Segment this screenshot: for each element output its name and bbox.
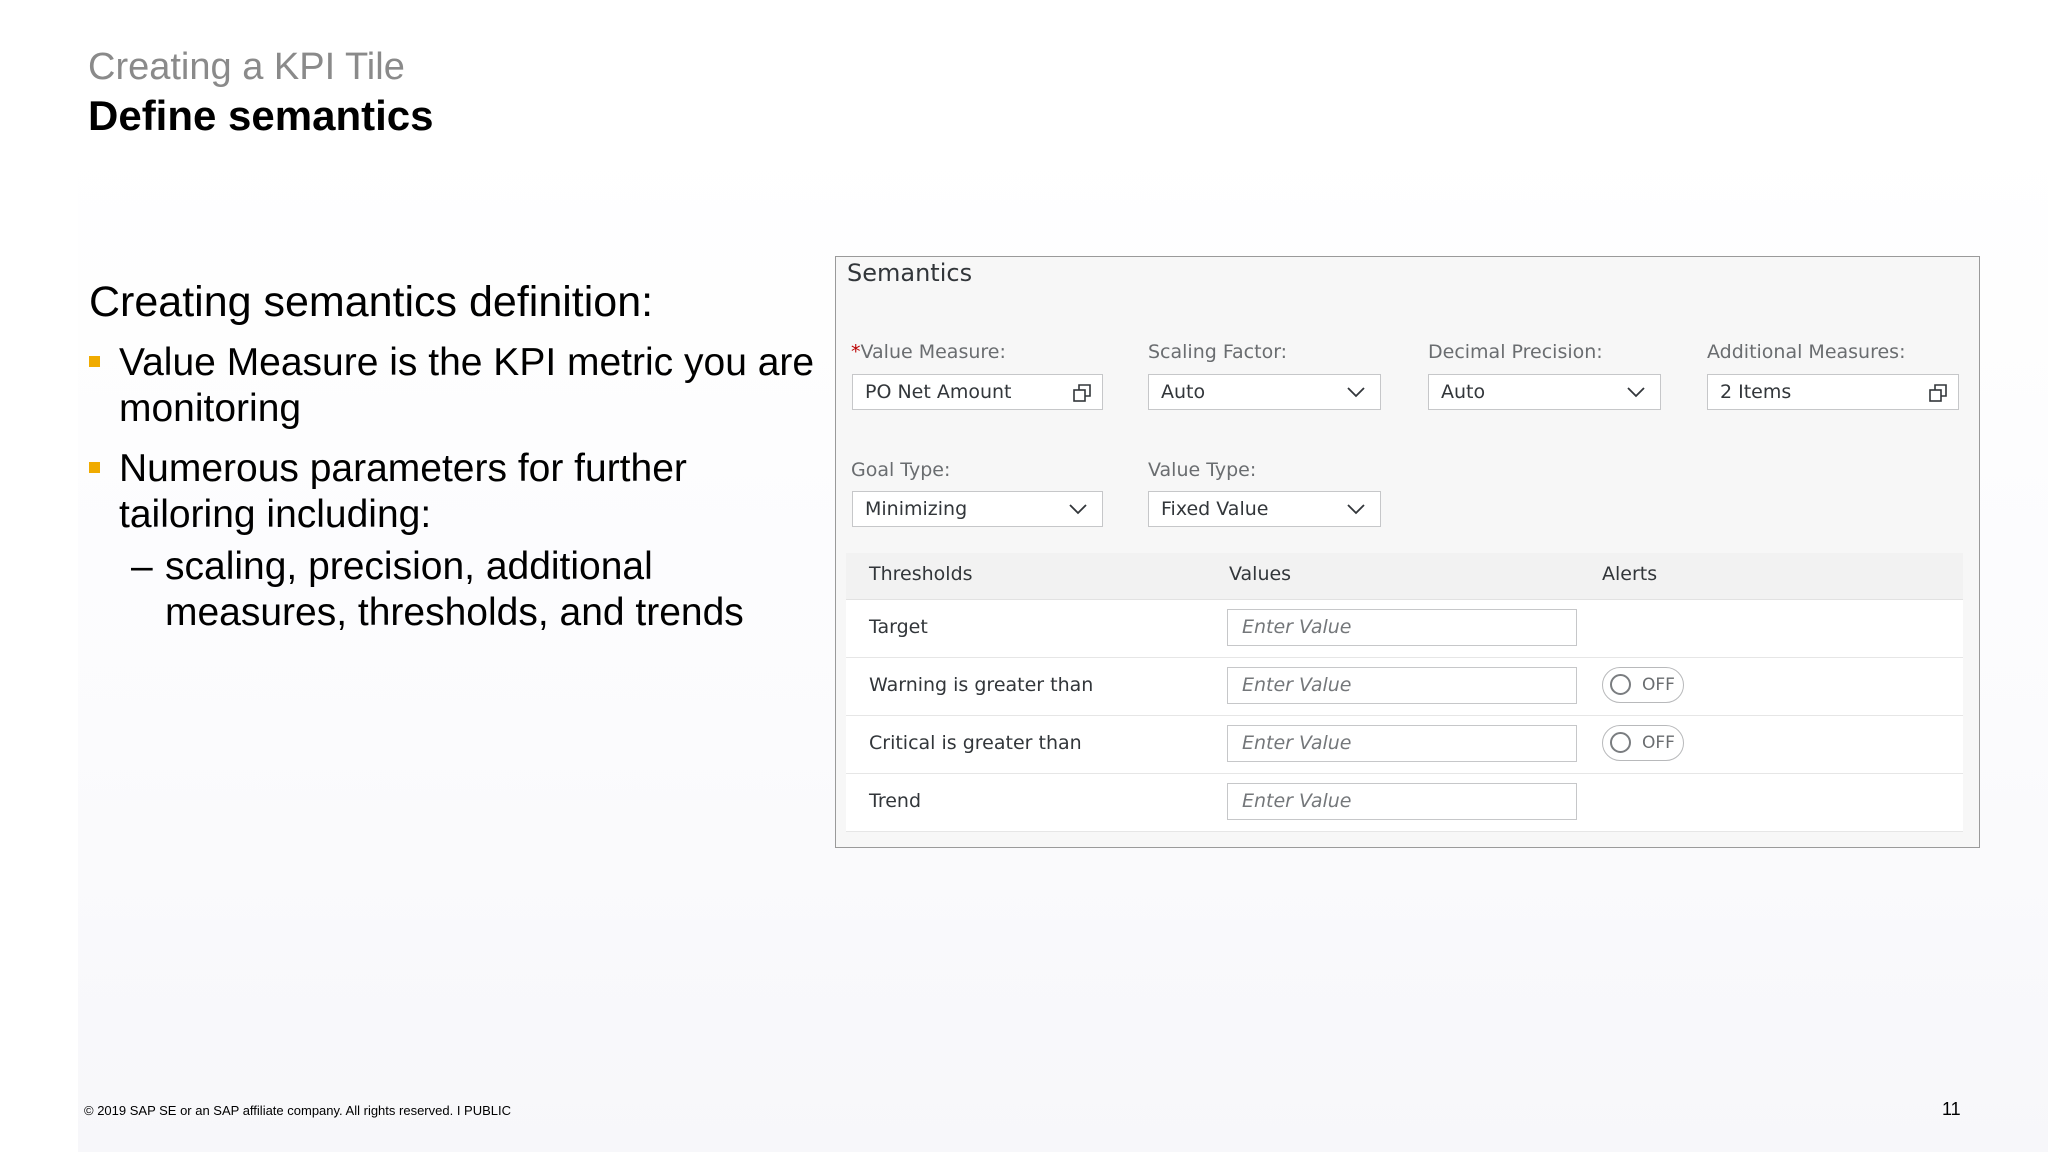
- column-header-alerts: Alerts: [1602, 563, 1658, 585]
- sub-bullet-text: measures, thresholds, and trends: [165, 591, 744, 634]
- trend-value-input[interactable]: Enter Value: [1227, 783, 1577, 820]
- scaling-factor-label: Scaling Factor:: [1148, 341, 1288, 363]
- bullet-square-icon: [89, 462, 100, 473]
- goal-type-value: Minimizing: [865, 498, 968, 520]
- value-help-icon[interactable]: [1072, 383, 1092, 403]
- decimal-precision-select[interactable]: Auto: [1428, 374, 1661, 410]
- value-measure-field[interactable]: PO Net Amount: [852, 374, 1103, 410]
- column-header-values: Values: [1229, 563, 1292, 585]
- slide-title: Define semantics: [88, 92, 434, 139]
- bullet-value-measure: Value Measure is the KPI metric you are …: [89, 340, 815, 432]
- bullet-text: Numerous parameters for further: [119, 447, 687, 490]
- required-marker: *: [851, 341, 861, 363]
- critical-alert-toggle[interactable]: OFF: [1602, 725, 1684, 761]
- table-row-trend: Trend Enter Value: [846, 774, 1963, 832]
- scaling-factor-select[interactable]: Auto: [1148, 374, 1381, 410]
- toggle-knob-icon: [1610, 674, 1631, 695]
- chevron-down-icon[interactable]: [1626, 383, 1646, 401]
- row-label: Warning is greater than: [869, 674, 1094, 696]
- column-header-thresholds: Thresholds: [869, 563, 973, 585]
- table-row-target: Target Enter Value: [846, 600, 1963, 658]
- bullet-text: monitoring: [119, 387, 302, 430]
- table-row-warning: Warning is greater than Enter Value OFF: [846, 658, 1963, 716]
- additional-measures-label: Additional Measures:: [1707, 341, 1906, 363]
- bullet-parameters: Numerous parameters for further tailorin…: [89, 446, 687, 538]
- additional-measures-value: 2 Items: [1720, 381, 1792, 403]
- decimal-precision-label: Decimal Precision:: [1428, 341, 1603, 363]
- chevron-down-icon[interactable]: [1346, 383, 1366, 401]
- value-help-icon[interactable]: [1928, 383, 1948, 403]
- row-label: Trend: [869, 790, 921, 812]
- thresholds-table-header: Thresholds Values Alerts: [846, 553, 1963, 601]
- value-type-value: Fixed Value: [1161, 498, 1269, 520]
- goal-type-label: Goal Type:: [851, 459, 951, 481]
- warning-value-input[interactable]: Enter Value: [1227, 667, 1577, 704]
- bullet-text: tailoring including:: [119, 493, 432, 536]
- toggle-state: OFF: [1642, 675, 1675, 695]
- sub-bullet-text: scaling, precision, additional: [165, 545, 653, 588]
- slide-subtitle: Creating a KPI Tile: [88, 46, 405, 88]
- table-row-critical: Critical is greater than Enter Value OFF: [846, 716, 1963, 774]
- warning-alert-toggle[interactable]: OFF: [1602, 667, 1684, 703]
- scaling-factor-value: Auto: [1161, 381, 1206, 403]
- bullet-text: Value Measure is the KPI metric you are: [119, 341, 815, 384]
- sub-bullet-dash: –: [131, 545, 153, 588]
- sub-bullet: – scaling, precision, additional measure…: [131, 544, 744, 636]
- page-number: 11: [1942, 1099, 1961, 1119]
- chevron-down-icon[interactable]: [1346, 500, 1366, 518]
- target-value-input[interactable]: Enter Value: [1227, 609, 1577, 646]
- content-heading: Creating semantics definition:: [89, 278, 654, 326]
- critical-value-input[interactable]: Enter Value: [1227, 725, 1577, 762]
- additional-measures-field[interactable]: 2 Items: [1707, 374, 1959, 410]
- value-type-select[interactable]: Fixed Value: [1148, 491, 1381, 527]
- toggle-knob-icon: [1610, 732, 1631, 753]
- panel-title: Semantics: [847, 259, 973, 287]
- value-measure-value: PO Net Amount: [865, 381, 1012, 403]
- semantics-panel: Semantics *Value Measure: Scaling Factor…: [835, 256, 1980, 848]
- row-label: Critical is greater than: [869, 732, 1082, 754]
- bullet-square-icon: [89, 356, 100, 367]
- decimal-precision-value: Auto: [1441, 381, 1486, 403]
- row-label: Target: [869, 616, 928, 638]
- footer-copyright: © 2019 SAP SE or an SAP affiliate compan…: [84, 1103, 512, 1118]
- chevron-down-icon[interactable]: [1068, 500, 1088, 518]
- value-measure-label: *Value Measure:: [851, 341, 1006, 363]
- value-type-label: Value Type:: [1148, 459, 1257, 481]
- goal-type-select[interactable]: Minimizing: [852, 491, 1103, 527]
- toggle-state: OFF: [1642, 733, 1675, 753]
